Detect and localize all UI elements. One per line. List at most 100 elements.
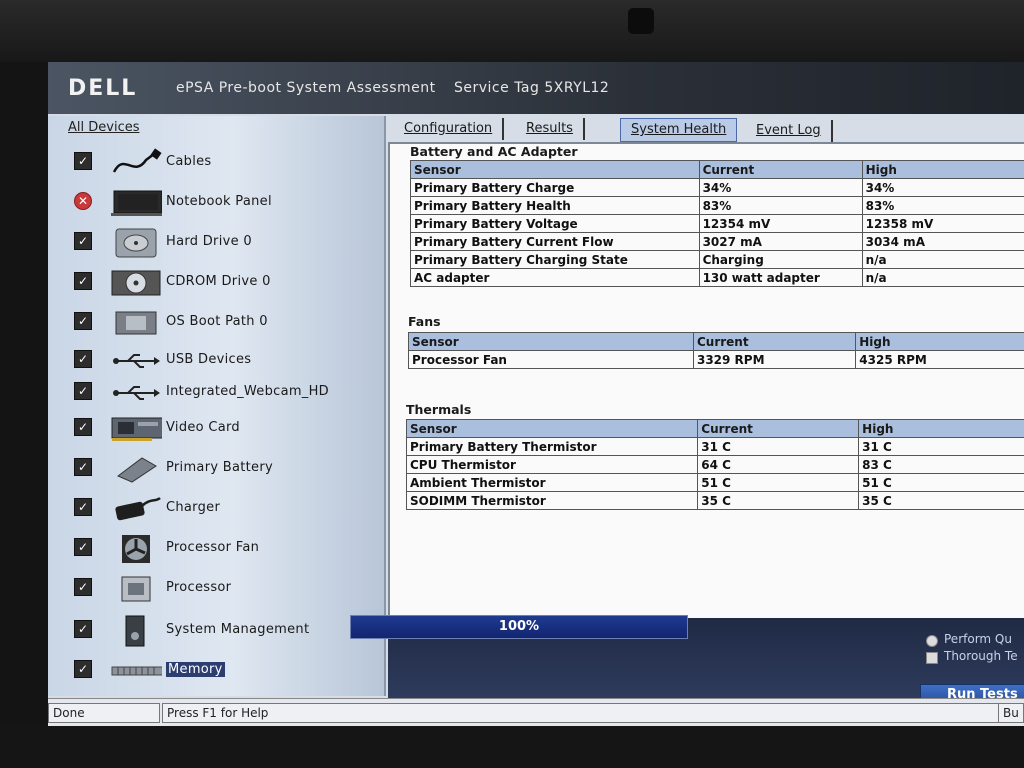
header-sensor: Sensor xyxy=(405,419,699,438)
cell: Charging xyxy=(698,250,863,269)
cell: 4325 RPM xyxy=(855,350,1024,369)
tab-system-health[interactable]: System Health xyxy=(620,118,738,142)
cell: 51 C xyxy=(858,473,1024,492)
status-text: Done xyxy=(48,703,160,723)
laptop-bezel-left xyxy=(0,62,48,768)
cdrom-icon xyxy=(110,266,162,300)
tab-configuration[interactable]: Configuration xyxy=(394,118,505,140)
device-item-notebook-panel[interactable]: ✕ Notebook Panel xyxy=(74,186,374,222)
service-tag: Service Tag 5XRYL12 xyxy=(454,80,610,96)
device-item-usb[interactable]: ✓ USB Devices xyxy=(74,344,374,380)
usb-icon xyxy=(110,344,162,378)
charger-icon xyxy=(110,492,162,526)
device-item-memory[interactable]: ✓ Memory xyxy=(74,654,374,690)
device-item-cables[interactable]: ✓ Cables xyxy=(74,146,374,182)
device-label: Video Card xyxy=(166,420,240,435)
battery-section-title: Battery and AC Adapter xyxy=(410,144,578,159)
cell: 35 C xyxy=(858,491,1024,510)
laptop-bezel-bottom xyxy=(0,726,1024,768)
device-item-system-management[interactable]: ✓ System Management xyxy=(74,614,374,650)
memory-icon xyxy=(110,654,162,688)
cell: n/a xyxy=(861,268,1024,287)
device-item-processor-fan[interactable]: ✓ Processor Fan xyxy=(74,532,374,568)
cell: n/a xyxy=(861,250,1024,269)
dell-logo: DELL xyxy=(68,76,138,101)
device-label: Notebook Panel xyxy=(166,194,272,209)
device-item-cdrom[interactable]: ✓ CDROM Drive 0 xyxy=(74,266,374,302)
device-item-hard-drive[interactable]: ✓ Hard Drive 0 xyxy=(74,226,374,262)
system-management-icon xyxy=(110,614,162,648)
cell: 83 C xyxy=(858,455,1024,474)
cell: 31 C xyxy=(858,437,1024,456)
app-title: ePSA Pre-boot System Assessment xyxy=(176,80,436,96)
header-sensor: Sensor xyxy=(408,332,694,351)
device-item-video-card[interactable]: ✓ Video Card xyxy=(74,412,374,448)
table-row: SODIMM Thermistor 35 C 35 C xyxy=(405,491,1024,510)
table-row: Primary Battery Charging State Charging n/… xyxy=(410,250,1024,269)
cell: Primary Battery Charging State xyxy=(410,250,700,269)
check-icon: ✓ xyxy=(74,232,92,250)
all-devices-header[interactable]: All Devices xyxy=(68,120,139,135)
table-header-row: Sensor Current High xyxy=(408,332,1024,351)
video-card-icon xyxy=(110,412,162,446)
battery-table: Sensor Current High Primary Battery Char… xyxy=(410,160,1024,287)
cell: Primary Battery Thermistor xyxy=(405,437,699,456)
thorough-checkbox[interactable] xyxy=(926,652,938,664)
check-icon: ✓ xyxy=(74,498,92,516)
laptop-icon xyxy=(110,186,162,220)
device-label: Cables xyxy=(166,154,212,169)
check-icon: ✓ xyxy=(74,272,92,290)
table-header-row: Sensor Current High xyxy=(405,419,1024,438)
perform-quick-radio[interactable] xyxy=(926,635,938,647)
table-row: Primary Battery Charge 34% 34% xyxy=(410,178,1024,197)
header-high: High xyxy=(858,419,1024,438)
device-label: Hard Drive 0 xyxy=(166,234,252,249)
cell: 83% xyxy=(698,196,863,215)
cell: 34% xyxy=(861,178,1024,197)
cell: CPU Thermistor xyxy=(405,455,699,474)
cell: 64 C xyxy=(697,455,860,474)
fans-section-title: Fans xyxy=(408,314,441,329)
table-row: Processor Fan 3329 RPM 4325 RPM xyxy=(408,350,1024,369)
processor-icon xyxy=(110,572,162,606)
table-row: Primary Battery Health 83% 83% xyxy=(410,196,1024,215)
hard-drive-icon xyxy=(110,226,162,260)
check-icon: ✓ xyxy=(74,152,92,170)
device-label: USB Devices xyxy=(166,352,252,367)
tab-event-log[interactable]: Event Log xyxy=(746,120,833,142)
header-current: Current xyxy=(698,160,863,179)
battery-icon xyxy=(110,452,162,486)
cell: 31 C xyxy=(697,437,860,456)
device-item-webcam[interactable]: ✓ Integrated_Webcam_HD xyxy=(74,376,374,412)
check-icon: ✓ xyxy=(74,620,92,638)
cell: Primary Battery Charge xyxy=(410,178,700,197)
thermals-table: Sensor Current High Primary Battery Ther… xyxy=(405,419,1024,510)
device-item-primary-battery[interactable]: ✓ Primary Battery xyxy=(74,452,374,488)
boot-path-icon xyxy=(110,306,162,340)
device-label: Memory xyxy=(166,662,225,677)
table-row: CPU Thermistor 64 C 83 C xyxy=(405,455,1024,474)
check-icon: ✓ xyxy=(74,578,92,596)
device-item-os-boot-path[interactable]: ✓ OS Boot Path 0 xyxy=(74,306,374,342)
progress-label: 100% xyxy=(498,619,540,634)
title-bar: DELL ePSA Pre-boot System Assessment Ser… xyxy=(48,62,1024,114)
usb-icon xyxy=(110,376,162,410)
device-item-charger[interactable]: ✓ Charger xyxy=(74,492,374,528)
cell: SODIMM Thermistor xyxy=(405,491,699,510)
status-bar: Done Press F1 for Help Bu xyxy=(48,698,1024,726)
cell: 51 C xyxy=(697,473,860,492)
device-label: OS Boot Path 0 xyxy=(166,314,268,329)
thermals-section-title: Thermals xyxy=(406,402,472,417)
device-item-processor[interactable]: ✓ Processor xyxy=(74,572,374,608)
status-right: Bu xyxy=(998,703,1024,723)
header-current: Current xyxy=(692,332,857,351)
cell: 12358 mV xyxy=(861,214,1024,233)
device-label: Integrated_Webcam_HD xyxy=(166,384,329,399)
cell: Ambient Thermistor xyxy=(405,473,699,492)
cell: 130 watt adapter xyxy=(698,268,863,287)
cell: AC adapter xyxy=(410,268,700,287)
tab-results[interactable]: Results xyxy=(516,118,585,140)
cell: 34% xyxy=(698,178,863,197)
check-icon: ✓ xyxy=(74,350,92,368)
webcam xyxy=(628,8,654,34)
